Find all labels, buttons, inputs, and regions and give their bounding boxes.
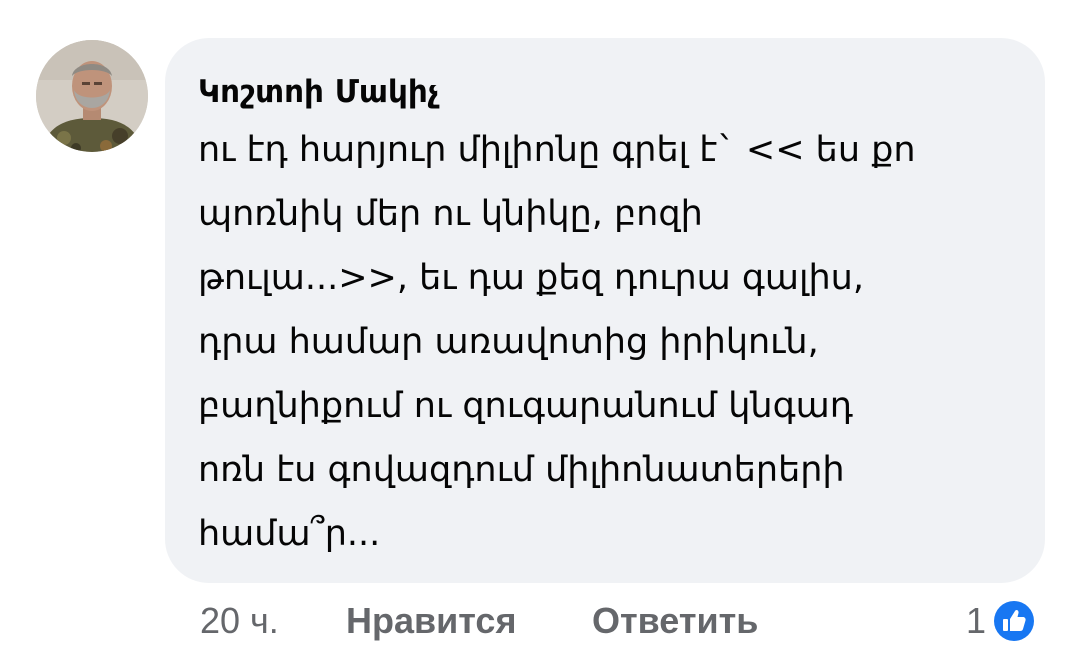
comment-text-line: համա՞ր... [198,514,381,554]
comment-actions: 20 ч. Нравится Ответить 1 [0,588,1080,658]
comment-author[interactable]: Կոշտոի Մակիչ [198,66,1015,118]
comment-text-line: բաղնիքում ու զուգարանում կնգադ [198,386,853,426]
comment-text-line: դրա համար առավոտից իրիկուն, [198,322,819,362]
reply-button[interactable]: Ответить [592,600,758,642]
comment-text-line: ոռն էս գովազդում միլիոնատերերի [198,450,845,490]
reaction-count: 1 [966,600,987,641]
comment-text-line: ու էդ հարյուր միլիոնը գրել է` << ես քո [198,130,916,170]
comment-text-line: թուլա...>>, եւ դա քեզ դուրա գալիս, [198,258,864,298]
comment-text-line: պոռնիկ մեր ու կնիկը, բոզի [198,194,703,234]
avatar[interactable] [36,40,148,152]
comment-bubble: Կոշտոի Մակիչ ու էդ հարյուր միլիոնը գրել … [165,38,1045,583]
comment-timestamp[interactable]: 20 ч. [200,600,279,642]
comment-text: ու էդ հարյուր միլիոնը գրել է` << ես քո պ… [198,118,1015,566]
avatar-photo [36,40,148,152]
thumbs-up-icon [991,598,1038,644]
reaction-summary[interactable]: 1 [966,596,1038,646]
like-button[interactable]: Нравится [346,600,516,642]
